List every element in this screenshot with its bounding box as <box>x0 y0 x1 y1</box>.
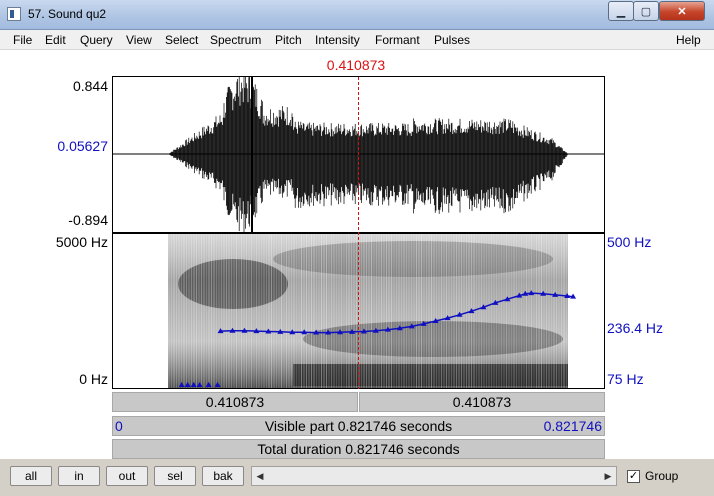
scroll-right-icon[interactable]: ▶ <box>600 467 616 485</box>
close-icon: ✕ <box>677 5 687 18</box>
menu-help[interactable]: Help <box>676 33 701 47</box>
zoom-out-button[interactable]: out <box>106 466 148 486</box>
wave-ymax-label: 0.844 <box>72 78 108 94</box>
cursor-line-layer <box>358 77 359 389</box>
maximize-icon: ▢ <box>640 5 652 18</box>
title-bar: 57. Sound qu2 ▁ ▢ ✕ <box>0 0 714 30</box>
cursor-left-bar[interactable]: 0.410873 <box>112 392 358 412</box>
right-time-label: 0.410873 <box>452 394 512 410</box>
menu-query[interactable]: Query <box>80 33 113 47</box>
group-label: Group <box>645 469 679 483</box>
spec-fmin-label: 0 Hz <box>79 371 108 387</box>
app-icon <box>7 7 21 21</box>
left-time-label: 0.410873 <box>205 394 265 410</box>
spec-fmax-label: 5000 Hz <box>55 234 108 250</box>
total-duration-bar[interactable]: Total duration 0.821746 seconds <box>112 439 605 459</box>
zoom-back-button[interactable]: bak <box>202 466 244 486</box>
menu-bar: File Edit Query View Select Spectrum Pit… <box>0 30 714 50</box>
zoom-in-button[interactable]: in <box>58 466 100 486</box>
group-toggle[interactable]: ✓ Group <box>627 469 678 483</box>
window-title: 57. Sound qu2 <box>28 7 107 21</box>
pitch-max-label: 500 Hz <box>607 234 652 250</box>
cursor-right-bar[interactable]: 0.410873 <box>359 392 605 412</box>
scroll-left-icon[interactable]: ◀ <box>252 467 268 485</box>
menu-spectrum[interactable]: Spectrum <box>210 33 261 47</box>
minimize-button[interactable]: ▁ <box>608 1 634 21</box>
visible-end-label: 0.821746 <box>543 418 602 434</box>
close-button[interactable]: ✕ <box>659 1 705 21</box>
pitch-mid-label: 236.4 Hz <box>607 320 664 336</box>
maximize-button[interactable]: ▢ <box>633 1 659 21</box>
visible-start-label: 0 <box>115 418 123 434</box>
sound-editor-canvas[interactable]: 0.410873 0.844 0.05627 -0.894 5000 Hz 0 … <box>0 51 714 459</box>
menu-edit[interactable]: Edit <box>45 33 66 47</box>
minimize-icon: ▁ <box>616 5 626 18</box>
menu-select[interactable]: Select <box>165 33 198 47</box>
menu-file[interactable]: File <box>13 33 32 47</box>
bottom-toolbar: all in out sel bak ◀ ▶ ✓ Group <box>0 459 714 496</box>
menu-pitch[interactable]: Pitch <box>275 33 302 47</box>
wave-ymin-label: -0.894 <box>68 212 108 228</box>
zoom-sel-button[interactable]: sel <box>154 466 196 486</box>
time-scrollbar[interactable]: ◀ ▶ <box>251 466 617 486</box>
wave-ycursor-label: 0.05627 <box>57 138 108 154</box>
pitch-min-label: 75 Hz <box>607 371 644 387</box>
visible-part-label: Visible part 0.821746 seconds <box>264 418 453 434</box>
menu-intensity[interactable]: Intensity <box>315 33 360 47</box>
cursor-time-label: 0.410873 <box>326 57 386 73</box>
zoom-all-button[interactable]: all <box>10 466 52 486</box>
menu-formant[interactable]: Formant <box>375 33 420 47</box>
menu-pulses[interactable]: Pulses <box>434 33 470 47</box>
menu-view[interactable]: View <box>126 33 152 47</box>
group-checkbox[interactable]: ✓ <box>627 469 640 483</box>
visible-part-bar[interactable]: Visible part 0.821746 seconds 0 0.821746 <box>112 416 605 436</box>
total-duration-label: Total duration 0.821746 seconds <box>257 441 460 457</box>
